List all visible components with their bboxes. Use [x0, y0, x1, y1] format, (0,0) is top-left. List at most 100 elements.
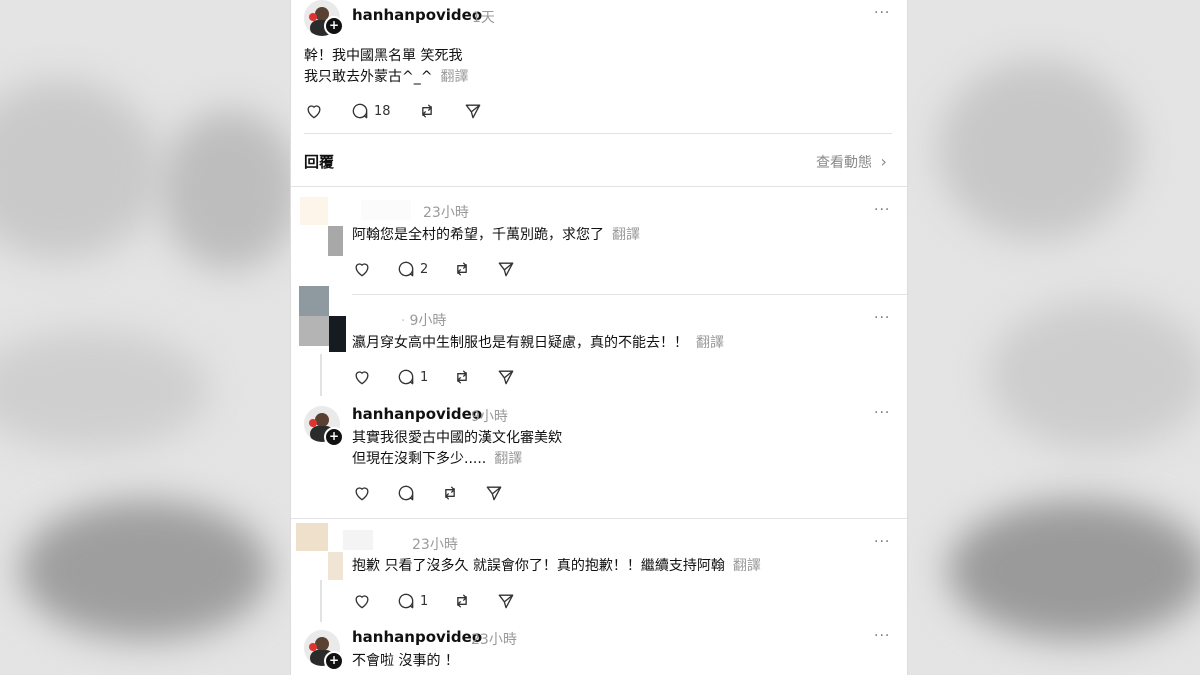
view-activity-label: 查看動態 [816, 155, 872, 171]
thread-line [320, 354, 322, 396]
more-icon[interactable]: ··· [874, 5, 890, 21]
comment-button[interactable]: 2 [396, 259, 428, 279]
comment-count: 1 [420, 369, 429, 385]
divider [304, 133, 892, 134]
pixelated-avatar [299, 286, 329, 316]
post-text-line2: 我只敢去外蒙古^_^ 翻譯 [304, 67, 468, 88]
repost-button[interactable] [440, 483, 460, 503]
blurred-background-right [908, 0, 1200, 675]
translate-link[interactable]: 翻譯 [494, 451, 522, 467]
pixelated-username [361, 200, 411, 220]
post-text-line2-content: 我只敢去外蒙古^_^ [304, 69, 433, 85]
comment-time: 23小時 [423, 205, 469, 221]
repost-button[interactable] [452, 367, 472, 387]
pixelated-avatar [296, 523, 328, 551]
comment-button[interactable]: 1 [396, 591, 428, 611]
pixelated-avatar [329, 316, 346, 352]
share-button[interactable] [496, 367, 516, 387]
heart-icon [355, 595, 369, 609]
repost-button[interactable] [452, 591, 472, 611]
comment-time: · 9小時 [401, 313, 447, 329]
send-icon [498, 370, 514, 385]
more-icon[interactable]: ··· [874, 628, 890, 644]
pixelated-avatar-fragment [328, 552, 343, 580]
reply-time: 23小時 [471, 632, 517, 648]
comment-icon [398, 485, 414, 501]
divider [291, 518, 907, 519]
translate-link[interactable]: 翻譯 [440, 69, 468, 85]
more-icon[interactable]: ··· [874, 202, 890, 218]
like-button[interactable] [352, 483, 372, 503]
follow-plus-icon[interactable]: + [324, 427, 344, 447]
post-actions: 18 [304, 101, 483, 121]
repost-icon [421, 104, 432, 118]
send-icon [465, 104, 480, 119]
comment-time: 23小時 [412, 537, 458, 553]
follow-plus-icon[interactable]: + [324, 651, 344, 671]
view-activity-link[interactable]: 查看動態 › [816, 152, 887, 172]
thread-line [320, 580, 322, 622]
heart-icon [355, 487, 369, 501]
comment-button[interactable]: 18 [350, 101, 391, 121]
translate-link[interactable]: 翻譯 [733, 558, 761, 574]
translate-link[interactable]: 翻譯 [612, 227, 640, 243]
comment-actions: 1 [352, 591, 516, 611]
send-icon [486, 486, 502, 501]
pixelated-avatar-fragment [328, 226, 343, 256]
pixelated-username [343, 530, 373, 550]
comment-count: 18 [374, 103, 391, 119]
pixelated-avatar [300, 197, 328, 225]
share-button[interactable] [496, 259, 516, 279]
send-icon [498, 594, 514, 609]
comment-button[interactable] [396, 483, 416, 503]
divider [352, 294, 907, 295]
translate-link[interactable]: 翻譯 [696, 335, 724, 351]
comment-text: 阿翰您是全村的希望，千萬別跪，求您了 翻譯 [352, 225, 640, 246]
replies-header-title: 回覆 [304, 153, 335, 171]
comment-actions: 2 [352, 259, 516, 279]
share-button[interactable] [496, 591, 516, 611]
share-button[interactable] [463, 101, 483, 121]
more-icon[interactable]: ··· [874, 405, 890, 421]
repost-button[interactable] [452, 259, 472, 279]
repost-icon [457, 262, 468, 276]
chevron-right-icon: › [880, 152, 887, 171]
post-time: 1天 [472, 10, 495, 26]
more-icon[interactable]: ··· [874, 310, 890, 326]
like-button[interactable] [352, 591, 372, 611]
reply-text: 不會啦 沒事的 ！ [352, 653, 459, 669]
comment-icon [352, 103, 368, 119]
like-button[interactable] [352, 259, 372, 279]
heart-icon [355, 371, 369, 385]
comment-text: 瀛月穿女高中生制服也是有親日疑慮，真的不能去！！ 翻譯 [352, 333, 724, 354]
follow-plus-icon[interactable]: + [324, 16, 344, 36]
comment-count: 2 [420, 261, 429, 277]
reply-username[interactable]: hanhanpovideo [352, 405, 482, 423]
more-icon[interactable]: ··· [874, 534, 890, 550]
comment-icon [398, 261, 414, 277]
reply-text-line2: 但現在沒剩下多少..... 翻譯 [352, 449, 522, 470]
reply-actions [352, 483, 504, 503]
comment-icon [398, 369, 414, 385]
comment-text-content: 瀛月穿女高中生制服也是有親日疑慮，真的不能去！！ [352, 335, 688, 351]
reply-username[interactable]: hanhanpovideo [352, 628, 482, 646]
reply-text-line2-content: 但現在沒剩下多少..... [352, 451, 487, 467]
like-button[interactable] [352, 367, 372, 387]
post-text-line1: 幹！我中國黑名單 笑死我 [304, 48, 463, 64]
like-button[interactable] [304, 101, 324, 121]
comment-time-value: 9小時 [409, 313, 447, 329]
comment-button[interactable]: 1 [396, 367, 428, 387]
heart-icon [307, 105, 321, 119]
post-username[interactable]: hanhanpovideo [352, 6, 482, 24]
comment-text: 抱歉 只看了沒多久 就誤會你了！真的抱歉！！繼續支持阿翰 翻譯 [352, 556, 761, 577]
repost-button[interactable] [417, 101, 437, 121]
repost-icon [457, 370, 468, 384]
repost-icon [445, 486, 455, 500]
comment-text-content: 抱歉 只看了沒多久 就誤會你了！真的抱歉！！繼續支持阿翰 [352, 558, 725, 574]
comment-text-content: 阿翰您是全村的希望，千萬別跪，求您了 [352, 227, 604, 243]
comment-actions: 1 [352, 367, 516, 387]
comment-icon [398, 593, 414, 609]
share-button[interactable] [484, 483, 504, 503]
send-icon [498, 262, 514, 277]
comment-count: 1 [420, 593, 429, 609]
